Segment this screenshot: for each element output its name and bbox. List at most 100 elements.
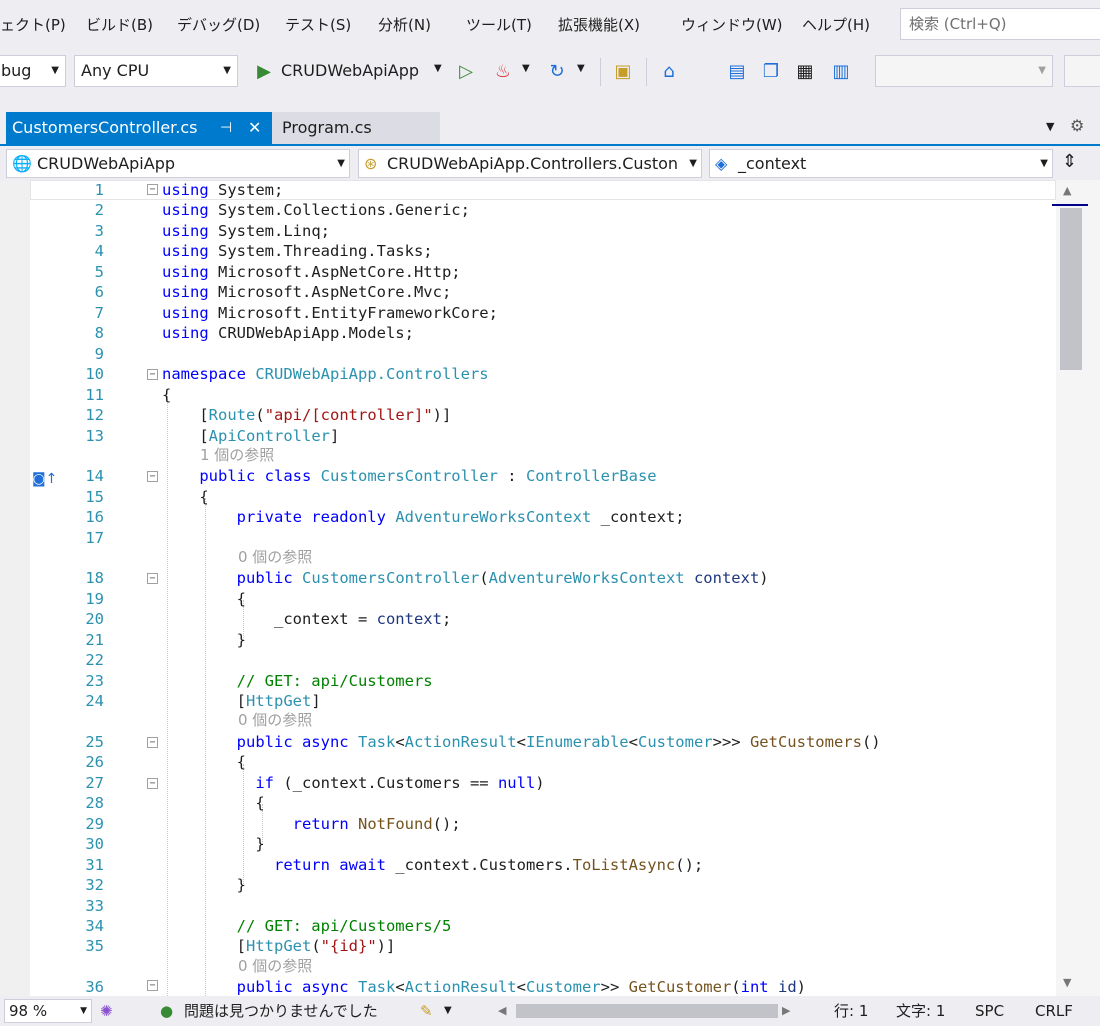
codelens-references[interactable]: 0 個の参照 [238,957,312,975]
whitespace-indicator[interactable]: SPC [975,996,1004,1026]
chevron-down-icon[interactable]: ▼ [577,63,585,74]
globe-icon: 🌐 [12,154,32,173]
window-icon[interactable]: ▥ [828,58,854,84]
menu-analyze[interactable]: 分析(N) [378,11,431,39]
code-line: 9 [94,345,104,363]
scroll-position-marker [1052,204,1088,206]
class-icon: ⊛ [364,154,378,173]
horizontal-scrollbar-thumb[interactable] [516,1004,778,1018]
code-line: 29 return NotFound(); [85,815,461,833]
scroll-down-icon[interactable]: ▼ [1063,976,1071,989]
split-icon[interactable]: ⇕ [1062,151,1077,172]
menu-window[interactable]: ウィンドウ(W) [681,11,783,39]
code-line: 21 } [85,631,246,649]
toolbar-separator [600,58,601,86]
code-line: 5 using Microsoft.AspNetCore.Http; [94,263,461,281]
member-label: _context [738,154,807,173]
menu-help[interactable]: ヘルプ(H) [802,11,870,39]
code-line: 22 [85,651,104,669]
menu-build[interactable]: ビルド(B) [86,11,153,39]
config-label: bug [1,61,32,80]
grid-icon[interactable]: ▦ [792,58,818,84]
menu-test[interactable]: テスト(S) [285,11,351,39]
editor-status-bar: 98 % ▼ ✺ ● 問題は見つかりませんでした ✎ ▼ ◀ ▶ 行: 1 文字:… [0,996,1100,1026]
zoom-label: 98 % [9,1002,48,1020]
pin-icon[interactable]: ⊣ [220,112,232,144]
code-line: 8 using CRUDWebApiApp.Models; [94,324,414,342]
code-line: 34 // GET: api/Customers/5 [85,917,452,935]
menu-extensions[interactable]: 拡張機能(X) [558,11,640,39]
scroll-left-icon[interactable]: ◀ [498,996,506,1026]
code-line: 2 using System.Collections.Generic; [94,201,470,219]
field-lock-icon: ◈ [715,154,728,173]
start-without-debug-icon[interactable]: ▷ [453,58,479,84]
type-combo[interactable]: ⊛ CRUDWebApiApp.Controllers.Custon ▼ [358,149,702,178]
startup-project-button[interactable]: CRUDWebApiApp [281,61,419,80]
project-combo[interactable]: 🌐 CRUDWebApiApp ▼ [6,149,350,178]
chevron-down-icon: ▼ [223,65,231,76]
scroll-right-icon[interactable]: ▶ [782,996,790,1026]
menu-debug[interactable]: デバッグ(D) [177,11,260,39]
navigation-bar: 🌐 CRUDWebApiApp ▼ ⊛ CRUDWebApiApp.Controlle… [0,146,1100,180]
code-line: 19 { [85,590,246,608]
folder-icon[interactable]: ▣ [610,58,636,84]
tab-label: CustomersController.cs [12,118,198,137]
layout-icon[interactable]: ▤ [724,58,750,84]
code-line: 20 _context = context; [85,610,452,628]
copilot-icon[interactable]: ✺ [100,996,113,1026]
config-combo[interactable]: bug ▼ [0,55,66,87]
close-icon[interactable]: ✕ [248,112,261,144]
code-line: 15 { [85,488,209,506]
column-indicator[interactable]: 文字: 1 [896,996,945,1026]
check-circle-icon: ● [160,1002,174,1020]
tab-label: Program.cs [282,118,372,137]
chevron-down-icon[interactable]: ▼ [444,996,452,1026]
codelens-references[interactable]: 1 個の参照 [200,446,274,464]
code-line: 16 private readonly AdventureWorksContex… [85,508,685,526]
scroll-up-icon[interactable]: ▲ [1063,184,1071,197]
copy-window-icon[interactable]: ❐ [758,58,784,84]
menu-bar: ェクト(P) ビルド(B) デバッグ(D) テスト(S) 分析(N) ツール(T… [0,0,1100,50]
code-line: 28 { [85,794,265,812]
chevron-down-icon: ▼ [337,158,345,169]
gear-icon[interactable]: ⚙ [1070,116,1084,135]
zoom-combo[interactable]: 98 % ▼ [4,999,92,1023]
tab-program[interactable]: Program.cs [272,112,440,144]
issues-status[interactable]: 問題は見つかりませんでした [184,996,378,1026]
code-line: 25 public async Task<ActionResult<IEnume… [85,733,881,751]
search-input[interactable]: 検索 (Ctrl+Q) [900,8,1100,40]
code-line: 4 using System.Threading.Tasks; [94,242,433,260]
platform-combo[interactable]: Any CPU ▼ [74,55,238,87]
line-ending-indicator[interactable]: CRLF [1035,996,1073,1026]
empty-combo[interactable]: ▼ [875,55,1053,87]
menu-tools[interactable]: ツール(T) [466,11,532,39]
scrollbar-thumb[interactable] [1060,208,1082,370]
hot-reload-icon[interactable]: ♨ [490,58,516,84]
chevron-down-icon[interactable]: ▼ [434,63,442,74]
member-combo[interactable]: ◈ _context ▼ [709,149,1053,178]
empty-box[interactable] [1064,55,1100,87]
chevron-down-icon: ▼ [51,65,59,76]
chevron-down-icon[interactable]: ▼ [1046,120,1054,133]
start-icon[interactable]: ▶ [251,58,277,84]
code-line: 11{ [85,386,172,404]
menu-project[interactable]: ェクト(P) [0,11,66,39]
cleanup-brush-icon[interactable]: ✎ [420,996,433,1026]
toolbar: bug ▼ Any CPU ▼ ▶ CRUDWebApiApp ▼ ▷ ♨ ▼ ↻ … [0,50,1100,98]
refresh-icon[interactable]: ↻ [544,58,570,84]
code-line: 1 using System; [94,181,284,199]
chevron-down-icon[interactable]: ▼ [522,63,530,74]
code-line: 33 [85,897,104,915]
code-line: 18 public CustomersController(AdventureW… [85,569,769,587]
project-label: CRUDWebApiApp [37,154,176,173]
code-line: 13 [ApiController] [85,427,340,445]
codelens-references[interactable]: 0 個の参照 [238,548,312,566]
chevron-down-icon: ▼ [1038,65,1046,76]
line-indicator[interactable]: 行: 1 [834,996,868,1026]
codelens-references[interactable]: 0 個の参照 [238,711,312,729]
code-editor[interactable]: − − − − − − − ◙↑ 1 using System; 2 using S… [0,180,1100,996]
home-icon[interactable]: ⌂ [656,58,682,84]
code-line: 14 public class CustomersController : Co… [85,467,657,485]
code-line: 31 return await _context.Customers.ToLis… [85,856,704,874]
tab-customers-controller[interactable]: CustomersController.cs ⊣ ✕ [6,112,272,144]
